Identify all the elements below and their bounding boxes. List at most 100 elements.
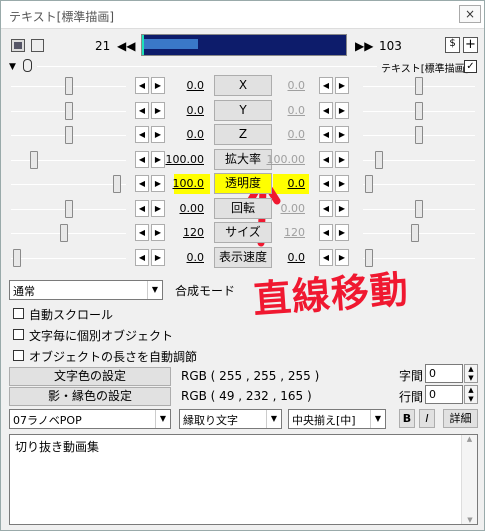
blend-mode-select[interactable]: 通常 ▼ — [9, 280, 163, 300]
param-right-increment-button[interactable]: ▶ — [335, 175, 349, 192]
param-left-decrement-button[interactable]: ◀ — [135, 77, 149, 94]
style-select[interactable]: 縁取り文字 ▼ — [179, 409, 282, 429]
close-button[interactable]: × — [459, 5, 481, 23]
text-color-button[interactable]: 文字色の設定 — [9, 367, 171, 386]
param-left-decrement-button[interactable]: ◀ — [135, 175, 149, 192]
param-left-decrement-button[interactable]: ◀ — [135, 200, 149, 217]
param-right-decrement-button[interactable]: ◀ — [319, 126, 333, 143]
timeline-cursor[interactable] — [142, 35, 144, 55]
param-left-increment-button[interactable]: ▶ — [151, 249, 165, 266]
align-select[interactable]: 中央揃え[中] ▼ — [288, 409, 386, 429]
param-right-increment-button[interactable]: ▶ — [335, 126, 349, 143]
param-left-slider-thumb[interactable] — [30, 151, 38, 169]
scroll-down-icon[interactable]: ▼ — [462, 516, 478, 524]
param-left-increment-button[interactable]: ▶ — [151, 151, 165, 168]
param-left-increment-button[interactable]: ▶ — [151, 175, 165, 192]
timeline-bar[interactable] — [141, 34, 347, 56]
scrollbar[interactable]: ▲ ▼ — [461, 435, 477, 524]
param-right-slider-thumb[interactable] — [415, 102, 423, 120]
auto-scroll-checkbox[interactable] — [13, 308, 24, 319]
param-right-value[interactable]: 0.0 — [288, 79, 306, 92]
param-left-value[interactable]: 0.0 — [187, 128, 205, 141]
shadow-color-button[interactable]: 影・縁色の設定 — [9, 387, 171, 406]
param-left-slider-thumb[interactable] — [65, 126, 73, 144]
section-enable-checkbox[interactable]: ✓ — [464, 60, 477, 73]
next-frame-button[interactable]: ▶▶ — [355, 39, 373, 53]
param-right-decrement-button[interactable]: ◀ — [319, 175, 333, 192]
param-name-button[interactable]: 表示速度 — [214, 247, 272, 268]
line-spacing-stepper[interactable]: ▲ ▼ — [464, 385, 478, 404]
param-name-button[interactable]: X — [214, 75, 272, 96]
scroll-up-icon[interactable]: ▲ — [462, 435, 477, 443]
param-name-button[interactable]: 回転 — [214, 198, 272, 219]
param-left-increment-button[interactable]: ▶ — [151, 102, 165, 119]
param-name-button[interactable]: Z — [214, 124, 272, 145]
param-name-button[interactable]: 透明度 — [214, 173, 272, 194]
param-name-button[interactable]: 拡大率 — [214, 149, 272, 170]
prev-frame-button[interactable]: ◀◀ — [117, 39, 135, 53]
param-right-value[interactable]: 120 — [284, 226, 305, 239]
param-left-increment-button[interactable]: ▶ — [151, 224, 165, 241]
param-right-decrement-button[interactable]: ◀ — [319, 77, 333, 94]
collapse-arrow-icon[interactable]: ▼ — [9, 62, 16, 72]
font-select[interactable]: 07ラノベPOP ▼ — [9, 409, 171, 429]
detail-button[interactable]: 詳細 — [443, 409, 478, 428]
param-left-increment-button[interactable]: ▶ — [151, 200, 165, 217]
param-right-increment-button[interactable]: ▶ — [335, 200, 349, 217]
italic-button[interactable]: I — [419, 409, 435, 428]
param-left-value[interactable]: 0.0 — [187, 251, 205, 264]
param-left-slider-thumb[interactable] — [13, 249, 21, 267]
param-left-value[interactable]: 0.0 — [187, 104, 205, 117]
param-left-slider-thumb[interactable] — [113, 175, 121, 193]
param-left-value[interactable]: 100.0 — [173, 177, 205, 190]
char-spacing-input[interactable]: 0 — [425, 364, 463, 383]
param-name-button[interactable]: Y — [214, 100, 272, 121]
param-left-slider-thumb[interactable] — [60, 224, 68, 242]
char-spacing-stepper[interactable]: ▲ ▼ — [464, 364, 478, 383]
param-right-increment-button[interactable]: ▶ — [335, 77, 349, 94]
param-right-value[interactable]: 0.00 — [281, 202, 306, 215]
param-right-value[interactable]: 0.0 — [288, 177, 306, 190]
frame-icon[interactable] — [31, 39, 44, 52]
auto-length-checkbox[interactable] — [13, 350, 24, 361]
param-right-value[interactable]: 0.0 — [288, 128, 306, 141]
param-right-value[interactable]: 100.00 — [267, 153, 306, 166]
line-spacing-input[interactable]: 0 — [425, 385, 463, 404]
param-left-decrement-button[interactable]: ◀ — [135, 126, 149, 143]
param-right-slider-thumb[interactable] — [411, 224, 419, 242]
param-right-slider-thumb[interactable] — [415, 126, 423, 144]
param-right-slider-thumb[interactable] — [365, 175, 373, 193]
param-left-value[interactable]: 120 — [183, 226, 204, 239]
param-right-increment-button[interactable]: ▶ — [335, 102, 349, 119]
param-left-slider-thumb[interactable] — [65, 200, 73, 218]
param-left-increment-button[interactable]: ▶ — [151, 77, 165, 94]
param-right-decrement-button[interactable]: ◀ — [319, 102, 333, 119]
param-left-value[interactable]: 100.00 — [166, 153, 205, 166]
param-right-value[interactable]: 0.0 — [288, 251, 306, 264]
per-char-object-checkbox[interactable] — [13, 329, 24, 340]
param-right-decrement-button[interactable]: ◀ — [319, 200, 333, 217]
bold-button[interactable]: B — [399, 409, 415, 428]
param-right-decrement-button[interactable]: ◀ — [319, 151, 333, 168]
param-left-decrement-button[interactable]: ◀ — [135, 249, 149, 266]
param-right-slider-thumb[interactable] — [415, 200, 423, 218]
param-left-value[interactable]: 0.0 — [187, 79, 205, 92]
param-right-slider-thumb[interactable] — [375, 151, 383, 169]
param-left-decrement-button[interactable]: ◀ — [135, 224, 149, 241]
film-icon[interactable] — [11, 39, 25, 52]
param-right-decrement-button[interactable]: ◀ — [319, 224, 333, 241]
param-right-increment-button[interactable]: ▶ — [335, 224, 349, 241]
param-right-value[interactable]: 0.0 — [288, 104, 306, 117]
param-left-value[interactable]: 0.00 — [180, 202, 205, 215]
param-left-decrement-button[interactable]: ◀ — [135, 102, 149, 119]
param-left-slider-thumb[interactable] — [65, 77, 73, 95]
text-content-area[interactable]: 切り抜き動画集 ▲ ▼ — [9, 434, 478, 525]
swap-icon[interactable]: $ — [445, 37, 460, 53]
param-left-decrement-button[interactable]: ◀ — [135, 151, 149, 168]
add-filter-button[interactable]: + — [463, 37, 478, 53]
param-right-increment-button[interactable]: ▶ — [335, 151, 349, 168]
param-left-slider-thumb[interactable] — [65, 102, 73, 120]
param-name-button[interactable]: サイズ — [214, 222, 272, 243]
param-right-slider-thumb[interactable] — [415, 77, 423, 95]
param-left-increment-button[interactable]: ▶ — [151, 126, 165, 143]
